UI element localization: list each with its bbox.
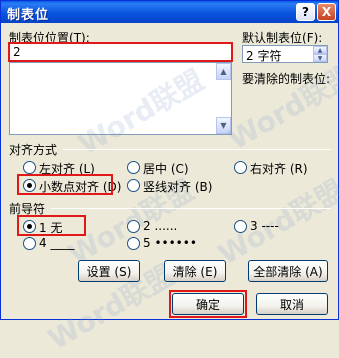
spin-up-icon[interactable]: ▲ [313, 46, 327, 54]
alignment-group-title: 对齐方式 [9, 143, 58, 157]
scroll-up-arrow-icon[interactable]: ▲ [216, 63, 231, 80]
leader-group-title: 前导符 [9, 202, 46, 216]
align-center-label[interactable]: 居中 (C) [143, 160, 189, 177]
leader-3-radio[interactable] [234, 220, 247, 233]
group-divider [51, 208, 331, 209]
align-center-radio[interactable] [127, 161, 140, 174]
align-bar-label[interactable]: 竖线对齐 (B) [143, 178, 212, 195]
leader-4-radio[interactable] [23, 237, 36, 250]
default-tab-spinner[interactable]: 2 字符 ▲ ▼ [242, 45, 328, 63]
set-button[interactable]: 设置 (S) [78, 260, 140, 282]
group-divider [63, 149, 331, 150]
dialog-title: 制表位 [7, 8, 50, 23]
close-button[interactable]: X [317, 3, 336, 21]
default-tab-label: 默认制表位(F): [242, 31, 323, 45]
align-left-radio[interactable] [23, 161, 36, 174]
leader-1-radio[interactable] [23, 220, 36, 233]
spin-down-icon[interactable]: ▼ [313, 54, 327, 62]
leader-1-label[interactable]: 1 无 [39, 219, 62, 236]
leader-5-label[interactable]: 5 •••••• [143, 236, 197, 250]
tabs-dialog: 制表位 ? X 制表位位置(T): 2 ▲ ▼ 默认制表位(F): 2 字符 ▲… [0, 0, 339, 356]
ok-button[interactable]: 确定 [172, 293, 244, 315]
align-right-radio[interactable] [234, 161, 247, 174]
title-bar[interactable]: 制表位 ? X [1, 1, 338, 23]
align-bar-radio[interactable] [127, 179, 140, 192]
align-right-label[interactable]: 右对齐 (R) [250, 160, 308, 177]
clear-button[interactable]: 清除 (E) [164, 260, 226, 282]
leader-2-radio[interactable] [127, 220, 140, 233]
tab-position-input[interactable]: 2 [9, 43, 232, 61]
cancel-button[interactable]: 取消 [256, 293, 328, 315]
align-decimal-label[interactable]: 小数点对齐 (D) [39, 178, 121, 195]
leader-3-label[interactable]: 3 ---- [250, 219, 279, 233]
help-button[interactable]: ? [296, 3, 315, 21]
leader-5-radio[interactable] [127, 237, 140, 250]
leader-4-label[interactable]: 4 ____ [39, 236, 74, 250]
default-tab-value: 2 字符 [246, 49, 282, 63]
leader-2-label[interactable]: 2 ...... [143, 219, 177, 233]
align-decimal-radio[interactable] [23, 179, 36, 192]
align-left-label[interactable]: 左对齐 (L) [39, 160, 95, 177]
clear-all-button[interactable]: 全部清除 (A) [248, 260, 328, 282]
